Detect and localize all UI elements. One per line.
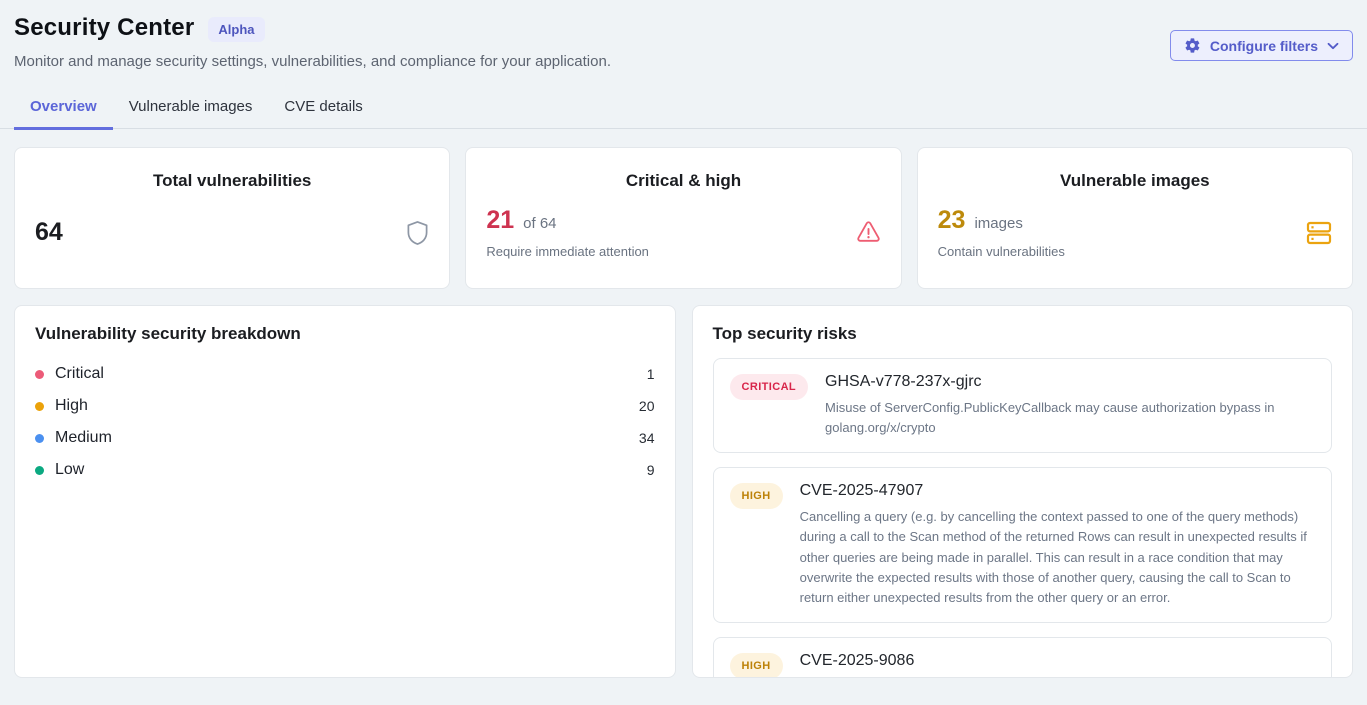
severity-dot — [35, 402, 44, 411]
risk-id: CVE-2025-9086 — [800, 652, 1315, 670]
risk-card[interactable]: HIGH CVE-2025-47907 Cancelling a query (… — [713, 467, 1333, 623]
severity-dot — [35, 466, 44, 475]
critical-high-value: 21 — [486, 206, 514, 235]
breakdown-label: Medium — [55, 429, 112, 447]
vulnerable-images-value: 23 — [938, 206, 966, 235]
tab-vulnerable-images[interactable]: Vulnerable images — [113, 88, 269, 130]
security-center-page: Security Center Alpha Monitor and manage… — [0, 0, 1367, 678]
page-title: Security Center — [14, 14, 194, 42]
breakdown-rows: Critical 1 High 20 Medium 34 Low 9 — [35, 358, 655, 486]
breakdown-row: Medium 34 — [35, 422, 655, 454]
breakdown-label: Low — [55, 461, 84, 479]
stat-card-total-vulnerabilities: Total vulnerabilities 64 — [14, 147, 450, 289]
risk-id: CVE-2025-47907 — [800, 482, 1315, 500]
breakdown-value: 34 — [639, 430, 655, 446]
vulnerability-breakdown-panel: Vulnerability security breakdown Critica… — [14, 305, 676, 678]
chevron-down-icon — [1327, 42, 1339, 50]
risk-description: Misuse of ServerConfig.PublicKeyCallback… — [825, 398, 1315, 438]
vulnerable-images-suffix: images — [974, 215, 1022, 232]
severity-dot — [35, 434, 44, 443]
page-subtitle: Monitor and manage security settings, vu… — [14, 53, 611, 70]
stat-cards-row: Total vulnerabilities 64 Critical & high — [14, 147, 1353, 289]
stat-card-title: Critical & high — [486, 171, 880, 191]
severity-badge: CRITICAL — [730, 374, 809, 400]
alpha-badge: Alpha — [208, 17, 264, 42]
risk-description: Cancelling a query (e.g. by cancelling t… — [800, 507, 1315, 608]
warning-triangle-icon — [856, 221, 881, 244]
breakdown-label: Critical — [55, 365, 104, 383]
total-vulnerabilities-value: 64 — [35, 218, 63, 247]
severity-badge: HIGH — [730, 483, 783, 509]
breakdown-value: 1 — [647, 366, 655, 382]
stat-card-title: Vulnerable images — [938, 171, 1332, 191]
top-security-risks-panel: Top security risks CRITICAL GHSA-v778-23… — [692, 305, 1354, 678]
vulnerable-images-subtitle: Contain vulnerabilities — [938, 244, 1065, 259]
risk-card[interactable]: HIGH CVE-2025-9086 — [713, 637, 1333, 678]
panels-row: Vulnerability security breakdown Critica… — [14, 305, 1353, 678]
severity-badge: HIGH — [730, 653, 783, 678]
configure-filters-button[interactable]: Configure filters — [1170, 30, 1353, 61]
breakdown-panel-title: Vulnerability security breakdown — [35, 324, 655, 344]
breakdown-row: Critical 1 — [35, 358, 655, 390]
stat-card-vulnerable-images: Vulnerable images 23 images Contain vuln… — [917, 147, 1353, 289]
tab-bar: OverviewVulnerable imagesCVE details — [0, 88, 1367, 129]
stat-card-critical-high: Critical & high 21 of 64 Require immedia… — [465, 147, 901, 289]
breakdown-row: High 20 — [35, 390, 655, 422]
breakdown-value: 9 — [647, 462, 655, 478]
top-risks-panel-title: Top security risks — [713, 324, 1333, 344]
risk-card[interactable]: CRITICAL GHSA-v778-237x-gjrc Misuse of S… — [713, 358, 1333, 453]
risk-id: GHSA-v778-237x-gjrc — [825, 373, 1315, 391]
critical-high-suffix: of 64 — [523, 215, 556, 232]
stat-card-title: Total vulnerabilities — [35, 171, 429, 191]
configure-filters-label: Configure filters — [1210, 38, 1318, 54]
tab-cve-details[interactable]: CVE details — [268, 88, 378, 130]
tab-overview[interactable]: Overview — [14, 88, 113, 130]
header: Security Center Alpha Monitor and manage… — [14, 0, 1353, 70]
breakdown-value: 20 — [639, 398, 655, 414]
image-stack-icon — [1306, 221, 1332, 245]
critical-high-subtitle: Require immediate attention — [486, 244, 649, 259]
risk-list: CRITICAL GHSA-v778-237x-gjrc Misuse of S… — [713, 358, 1333, 678]
breakdown-row: Low 9 — [35, 454, 655, 486]
breakdown-label: High — [55, 397, 88, 415]
shield-icon — [406, 220, 429, 246]
gear-icon — [1184, 37, 1201, 54]
severity-dot — [35, 370, 44, 379]
